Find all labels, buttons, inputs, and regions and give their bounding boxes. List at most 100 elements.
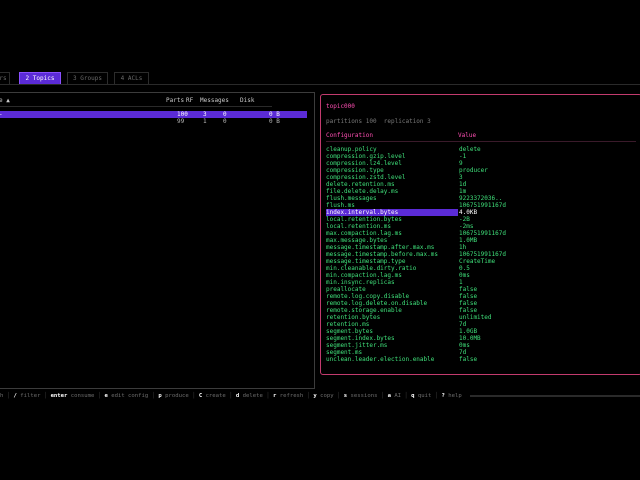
- table-row-name[interactable]: -: [0, 111, 3, 118]
- config-key[interactable]: max.message.bytes: [326, 237, 387, 244]
- table-row-messages: 0: [223, 118, 227, 125]
- config-key[interactable]: flush.messages: [326, 195, 377, 202]
- config-key[interactable]: retention.ms: [326, 321, 369, 328]
- config-value: CreateTime: [459, 258, 496, 265]
- config-key[interactable]: message.timestamp.type: [326, 258, 405, 265]
- help-desc: consume: [70, 393, 95, 399]
- col-header-messages[interactable]: Messages: [200, 97, 229, 104]
- config-key[interactable]: min.cleanable.dirty.ratio: [326, 265, 416, 272]
- tab-divider: [0, 84, 640, 85]
- config-value: 7d: [459, 349, 467, 356]
- config-value: 1h: [459, 244, 467, 251]
- help-key: r: [272, 393, 280, 399]
- config-key[interactable]: message.timestamp.before.max.ms: [326, 251, 438, 258]
- help-separator: │: [431, 393, 442, 399]
- config-key[interactable]: local.retention.bytes: [326, 216, 402, 223]
- help-bar-track: [470, 395, 640, 397]
- config-value: 106751991167d: [459, 202, 506, 209]
- table-row-selected-highlight[interactable]: [0, 111, 307, 118]
- tab-brokers[interactable]: rs: [0, 72, 10, 84]
- help-desc: quit: [417, 393, 432, 399]
- config-value: 1.0MB: [459, 237, 478, 244]
- config-value: false: [459, 293, 478, 300]
- help-separator: │: [3, 393, 14, 399]
- help-key: q: [411, 393, 418, 399]
- config-key[interactable]: segment.bytes: [326, 328, 373, 335]
- help-desc: edit config: [111, 393, 149, 399]
- col-header-parts[interactable]: Parts: [166, 97, 184, 104]
- config-key[interactable]: cleanup.policy: [326, 146, 377, 153]
- table-row-parts[interactable]: 99: [177, 118, 184, 125]
- config-key[interactable]: segment.index.bytes: [326, 335, 395, 342]
- config-header-divider: [326, 141, 636, 142]
- config-value: 106751991167d: [459, 251, 506, 258]
- help-desc: sessions: [350, 393, 378, 399]
- config-value: false: [459, 356, 478, 363]
- config-value: -2ms: [459, 223, 474, 230]
- config-value: unlimited: [459, 314, 492, 321]
- col-header-disk[interactable]: Disk: [240, 97, 254, 104]
- value-column-header: Value: [458, 132, 477, 139]
- config-key[interactable]: retention.bytes: [326, 314, 380, 321]
- config-value: 1.0GB: [459, 328, 478, 335]
- config-key[interactable]: delete.retention.ms: [326, 181, 395, 188]
- config-value: producer: [459, 167, 488, 174]
- tab-topics[interactable]: 2 Topics: [19, 72, 61, 84]
- help-desc: copy: [320, 393, 334, 399]
- config-key[interactable]: segment.ms: [326, 349, 362, 356]
- table-row-rf: 3: [203, 111, 207, 118]
- help-desc: create: [205, 393, 226, 399]
- help-separator: │: [262, 393, 273, 399]
- help-separator: │: [225, 393, 236, 399]
- help-desc: filter: [20, 393, 41, 399]
- config-key[interactable]: remote.log.delete.on.disable: [326, 300, 427, 307]
- config-value: 9223372036..: [459, 195, 503, 202]
- config-key[interactable]: remote.storage.enable: [326, 307, 402, 314]
- topic-title: topic000: [326, 103, 355, 110]
- config-value: 9: [459, 160, 463, 167]
- config-key[interactable]: file.delete.delay.ms: [326, 188, 398, 195]
- config-value: 10.0MB: [459, 335, 481, 342]
- config-value: 0ms: [459, 272, 470, 279]
- config-value: 4.0KB: [459, 209, 478, 216]
- config-key[interactable]: compression.zstd.level: [326, 174, 405, 181]
- help-key: d: [235, 393, 243, 399]
- col-header-name[interactable]: e ▲: [0, 97, 10, 104]
- config-key[interactable]: compression.gzip.level: [326, 153, 405, 160]
- tab-groups[interactable]: 3 Groups: [67, 72, 108, 84]
- config-key[interactable]: local.retention.ms: [326, 223, 391, 230]
- table-row-disk: 0 B: [269, 111, 280, 118]
- help-desc: delete: [242, 393, 263, 399]
- tab-acls[interactable]: 4 ACLs: [114, 72, 149, 84]
- config-value: false: [459, 307, 478, 314]
- config-key[interactable]: preallocate: [326, 286, 366, 293]
- table-row-rf: 1: [203, 118, 207, 125]
- help-separator: │: [303, 393, 314, 399]
- config-key[interactable]: min.insync.replicas: [326, 279, 395, 286]
- config-value: delete: [459, 146, 481, 153]
- config-value: 0.5: [459, 265, 470, 272]
- config-key[interactable]: max.compaction.lag.ms: [326, 230, 402, 237]
- help-separator: │: [377, 393, 388, 399]
- config-key[interactable]: index.interval.bytes: [326, 209, 398, 216]
- col-header-rf[interactable]: RF: [186, 97, 193, 104]
- config-value: 1d: [459, 181, 467, 188]
- help-key: s: [343, 393, 351, 399]
- config-value: 1: [459, 279, 463, 286]
- help-separator: │: [188, 393, 199, 399]
- config-key[interactable]: segment.jitter.ms: [326, 342, 387, 349]
- config-key[interactable]: message.timestamp.after.max.ms: [326, 244, 434, 251]
- config-value: 3: [459, 174, 463, 181]
- config-key[interactable]: remote.log.copy.disable: [326, 293, 409, 300]
- help-separator: │: [40, 393, 51, 399]
- topics-panel[interactable]: [0, 92, 315, 389]
- config-key[interactable]: min.compaction.lag.ms: [326, 272, 402, 279]
- config-value: -2B: [459, 216, 470, 223]
- help-separator: │: [94, 393, 105, 399]
- topic-summary: partitions 100 replication 3: [326, 118, 431, 125]
- config-value: 1m: [459, 188, 467, 195]
- config-key[interactable]: compression.lz4.level: [326, 160, 402, 167]
- config-key[interactable]: compression.type: [326, 167, 384, 174]
- config-key[interactable]: flush.ms: [326, 202, 355, 209]
- config-key[interactable]: unclean.leader.election.enable: [326, 356, 434, 363]
